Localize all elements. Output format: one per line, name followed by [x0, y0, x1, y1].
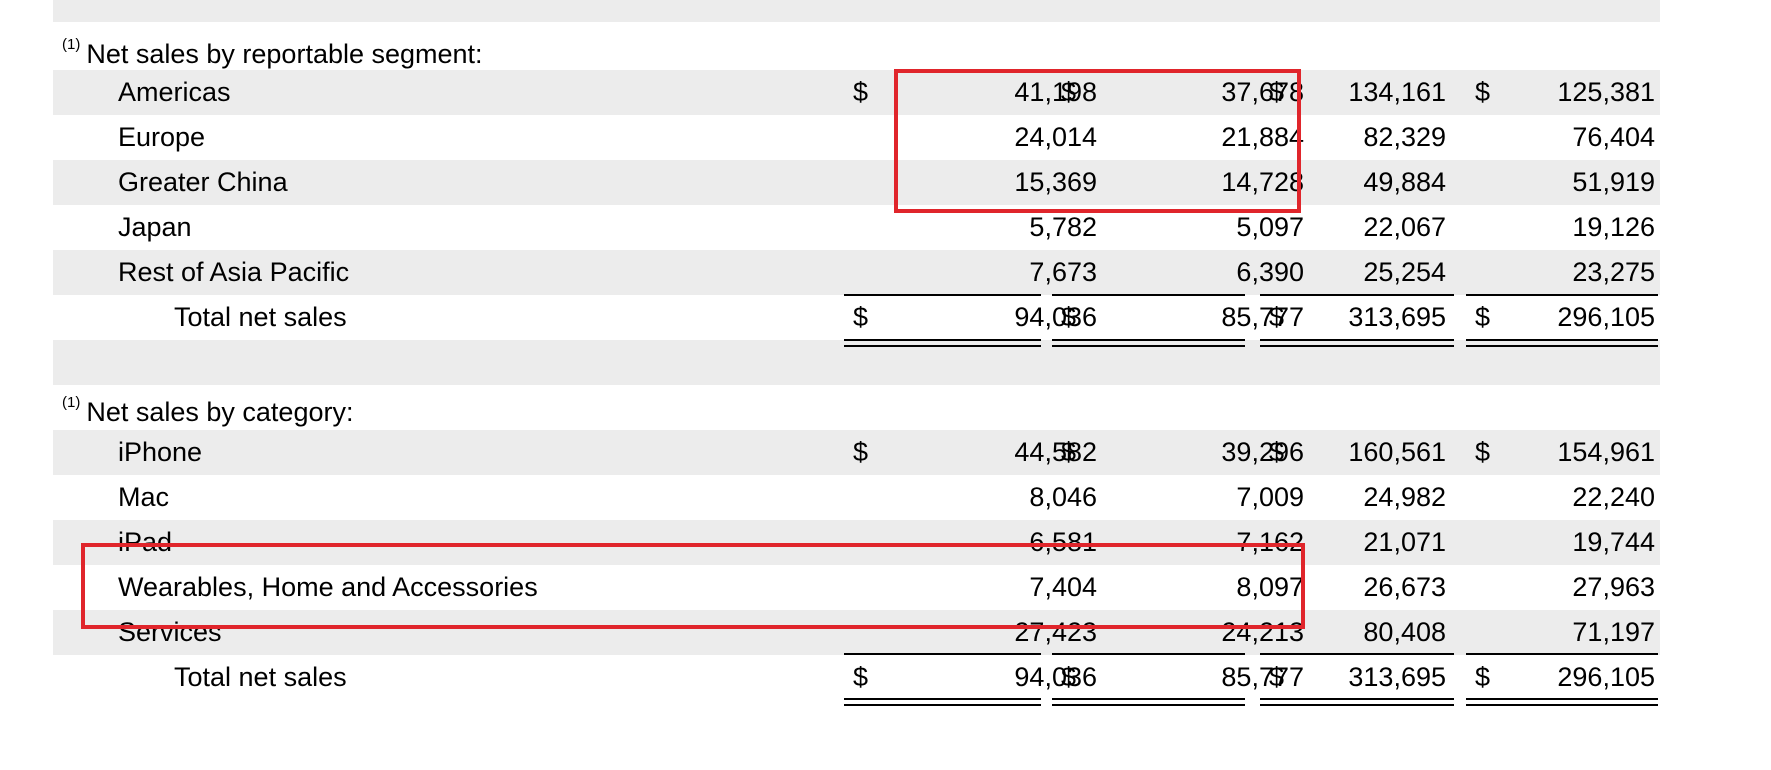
footnote-marker: (1): [62, 36, 81, 53]
double-rule: [844, 339, 1041, 341]
top-band: [53, 0, 1660, 22]
dollar-sign: $: [1269, 437, 1285, 467]
dollar-sign: $: [1061, 302, 1077, 332]
double-rule: [1052, 345, 1245, 347]
segment-section-title: (1) Net sales by reportable segment:: [62, 26, 483, 71]
total-rule-top: [1260, 294, 1454, 296]
total-rule-top: [1466, 653, 1658, 655]
dollar-sign: $: [1475, 662, 1491, 692]
cell-value: 154,961: [1557, 437, 1655, 467]
dollar-sign: $: [853, 77, 869, 107]
total-rule-top: [1052, 294, 1245, 296]
cell-value: 7,009: [1236, 482, 1304, 512]
total-rule-top: [1052, 653, 1245, 655]
double-rule: [1052, 698, 1245, 700]
double-rule: [1260, 345, 1454, 347]
cell-value: 134,161: [1348, 77, 1446, 107]
cell-value: 6,390: [1236, 257, 1304, 287]
total-row: Total net sales $ 94,036 $ 85,777 $ 313,…: [53, 655, 1660, 700]
cell-value: 19,126: [1572, 212, 1655, 242]
cell-value: 22,240: [1572, 482, 1655, 512]
cell-value: 85,777: [1221, 662, 1304, 692]
row-label: Americas: [118, 77, 231, 107]
cell-value: 7,673: [1029, 257, 1097, 287]
total-rule-top: [844, 294, 1041, 296]
total-row: Total net sales $ 94,036 $ 85,777 $ 313,…: [53, 295, 1660, 340]
highlight-box-wearables: [81, 543, 1305, 629]
cell-value: 24,982: [1363, 482, 1446, 512]
dollar-sign: $: [1475, 77, 1491, 107]
row-label: iPhone: [118, 437, 203, 467]
cell-value: 21,071: [1363, 527, 1446, 557]
cell-value: 27,963: [1572, 572, 1655, 602]
row-label: Japan: [118, 212, 192, 242]
cell-value: 94,036: [1014, 302, 1097, 332]
dollar-sign: $: [1269, 302, 1285, 332]
double-rule: [844, 698, 1041, 700]
cell-value: 296,105: [1557, 662, 1655, 692]
cell-value: 296,105: [1557, 302, 1655, 332]
table-row: Greater China 15,369 14,728 49,884 51,91…: [53, 160, 1660, 205]
row-label: Rest of Asia Pacific: [118, 257, 350, 287]
dollar-sign: $: [853, 662, 869, 692]
cell-value: 25,254: [1363, 257, 1446, 287]
cell-value: 313,695: [1348, 662, 1446, 692]
cell-value: 23,275: [1572, 257, 1655, 287]
dollar-sign: $: [1269, 662, 1285, 692]
double-rule: [1466, 698, 1658, 700]
double-rule: [844, 704, 1041, 706]
cell-value: 44,582: [1014, 437, 1097, 467]
cell-value: 51,919: [1572, 167, 1655, 197]
cell-value: 125,381: [1557, 77, 1655, 107]
row-label: Mac: [118, 482, 170, 512]
table-row: Rest of Asia Pacific 7,673 6,390 25,254 …: [53, 250, 1660, 295]
cell-value: 160,561: [1348, 437, 1446, 467]
cell-value: 313,695: [1348, 302, 1446, 332]
cell-value: 22,067: [1363, 212, 1446, 242]
dollar-sign: $: [1475, 437, 1491, 467]
double-rule: [1466, 704, 1658, 706]
table-row: iPhone $ 44,582 $ 39,296 $ 160,561 $ 154…: [53, 430, 1660, 475]
table-row: Europe 24,014 21,884 82,329 76,404: [53, 115, 1660, 160]
cell-value: 76,404: [1572, 122, 1655, 152]
table-row: Japan 5,782 5,097 22,067 19,126: [53, 205, 1660, 250]
total-rule-top: [1466, 294, 1658, 296]
cell-value: 80,408: [1363, 617, 1446, 647]
double-rule: [1260, 704, 1454, 706]
table-row: Mac 8,046 7,009 24,982 22,240: [53, 475, 1660, 520]
row-label: Europe: [118, 122, 206, 152]
row-label: Greater China: [118, 167, 288, 197]
dollar-sign: $: [1061, 662, 1077, 692]
highlight-box-segments: [894, 69, 1301, 213]
dollar-sign: $: [1475, 302, 1491, 332]
total-rule-top: [1260, 653, 1454, 655]
cell-value: 85,777: [1221, 302, 1304, 332]
dollar-sign: $: [853, 302, 869, 332]
cell-value: 49,884: [1363, 167, 1446, 197]
double-rule: [1466, 339, 1658, 341]
double-rule: [1260, 339, 1454, 341]
cell-value: 39,296: [1221, 437, 1304, 467]
total-label: Total net sales: [174, 662, 347, 692]
double-rule: [1260, 698, 1454, 700]
cell-value: 71,197: [1572, 617, 1655, 647]
category-section-title: (1) Net sales by category:: [62, 384, 353, 429]
double-rule: [844, 345, 1041, 347]
double-rule: [1466, 345, 1658, 347]
cell-value: 8,046: [1029, 482, 1097, 512]
section-title-text: Net sales by category:: [86, 397, 354, 427]
dollar-sign: $: [1061, 437, 1077, 467]
double-rule: [1052, 704, 1245, 706]
cell-value: 19,744: [1572, 527, 1655, 557]
table-row: Americas $ 41,198 $ 37,678 $ 134,161 $ 1…: [53, 70, 1660, 115]
cell-value: 26,673: [1363, 572, 1446, 602]
cell-value: 94,036: [1014, 662, 1097, 692]
footnote-marker: (1): [62, 394, 81, 411]
dollar-sign: $: [853, 437, 869, 467]
cell-value: 82,329: [1363, 122, 1446, 152]
total-rule-top: [844, 653, 1041, 655]
section-title-text: Net sales by reportable segment:: [86, 39, 483, 69]
double-rule: [1052, 339, 1245, 341]
total-label: Total net sales: [174, 302, 347, 332]
